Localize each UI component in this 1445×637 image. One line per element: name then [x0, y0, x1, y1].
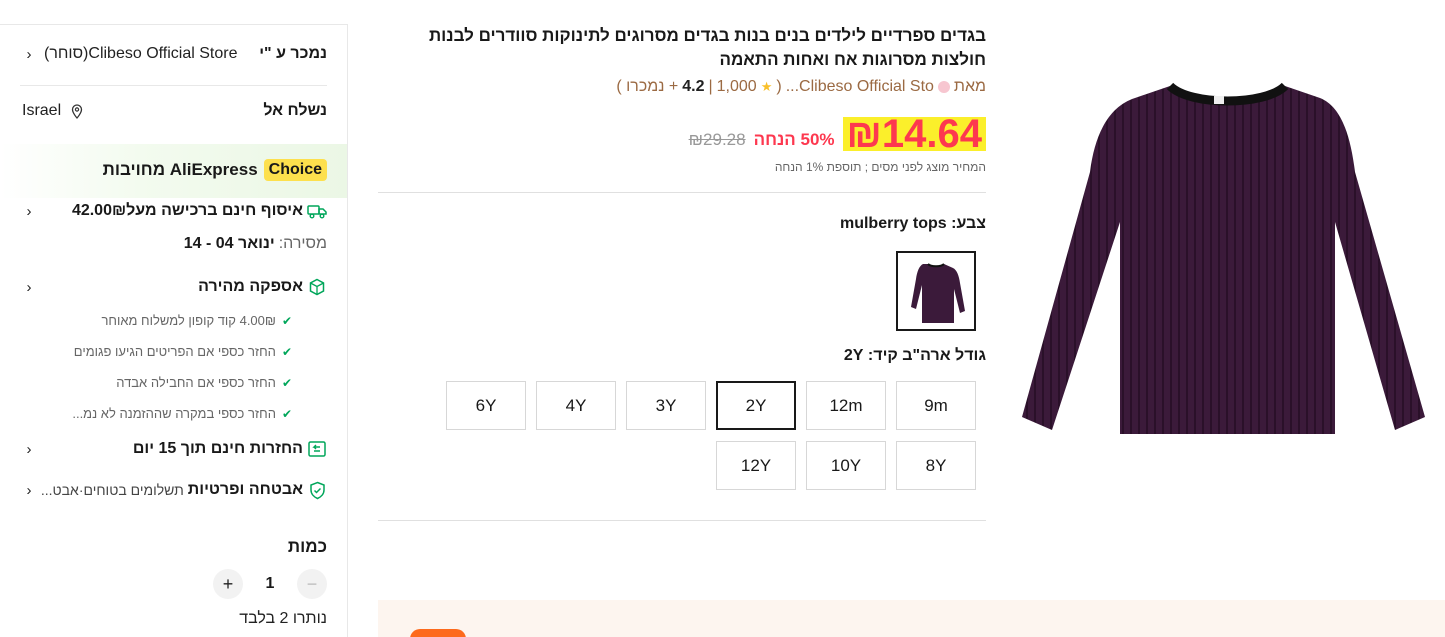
location-pin-icon	[67, 101, 87, 121]
check-icon: ✔	[281, 313, 292, 328]
chevron-left-icon: ‹	[26, 45, 32, 63]
chevron-left-icon: ‹	[26, 202, 32, 220]
divider	[20, 85, 327, 86]
shield-icon	[307, 480, 327, 500]
chevron-left-icon: ‹	[26, 481, 32, 499]
original-price: ₪29.28	[688, 130, 746, 149]
free-pickup-text: איסוף חינם ברכישה מעל42.00₪	[71, 202, 303, 219]
guarantee-item: ✔ 4.00₪ קוד קופון למשלוח מאוחר	[12, 305, 292, 336]
color-label: צבע: mulberry tops	[839, 215, 986, 232]
quantity-value: 1	[265, 575, 275, 592]
sold-count: + נמכרו )	[616, 78, 679, 95]
seller-row[interactable]: נמכר ע "י Clibeso Official Store(סוחר) ‹	[22, 45, 328, 63]
choice-banner: Choice AliExpress מחויבות	[0, 144, 347, 198]
review-count[interactable]: 1,000	[717, 78, 757, 96]
quantity-title: כמות	[287, 537, 327, 556]
seller-store-name[interactable]: Clibeso Official Store(סוחר)	[44, 45, 238, 63]
size-options: 9m 12m 2Y 3Y 4Y 6Y 8Y 10Y 12Y	[446, 381, 976, 490]
guarantee-text: החזר כספי אם הפריטים הגיעו פגומים	[73, 344, 276, 359]
bottom-promo-banner	[378, 600, 1445, 637]
purchase-sidebar: נמכר ע "י Clibeso Official Store(סוחר) ‹…	[0, 24, 348, 637]
guarantee-text: 4.00₪ קוד קופון למשלוח מאוחר	[101, 313, 276, 328]
truck-icon	[307, 201, 327, 221]
free-returns-row[interactable]: החזרות חינם תוך 15 יום ‹	[22, 439, 327, 459]
size-option-6y[interactable]: 6Y	[446, 381, 526, 430]
free-pickup-row[interactable]: איסוף חינם ברכישה מעל42.00₪ ‹	[22, 201, 327, 221]
ship-to-row[interactable]: נשלח אל Israel	[22, 101, 327, 121]
guarantee-text: החזר כספי במקרה שההזמנה לא נמ...	[72, 406, 276, 421]
divider	[378, 520, 986, 521]
guarantee-text: החזר כספי אם החבילה אבדה	[116, 375, 276, 390]
size-option-9m[interactable]: 9m	[896, 381, 976, 430]
store-logo-icon	[937, 81, 950, 93]
choice-badge: Choice	[263, 159, 327, 181]
store-prefix: מאת	[953, 78, 986, 95]
ship-to-label: נשלח אל	[263, 102, 327, 119]
fast-delivery-row[interactable]: אספקה מהירה ‹	[22, 277, 327, 297]
size-option-12y[interactable]: 12Y	[716, 441, 796, 490]
paren-open: (	[776, 78, 782, 95]
size-option-12m[interactable]: 12m	[806, 381, 886, 430]
free-returns-text: החזרות חינם תוך 15 יום	[132, 440, 303, 457]
size-option-2y[interactable]: 2Y	[716, 381, 796, 430]
divider	[378, 192, 986, 193]
security-privacy-row[interactable]: אבטחה ופרטיות תשלומים בטוחים·אבט... ‹	[22, 480, 327, 500]
promo-pill	[410, 629, 466, 637]
size-option-10y[interactable]: 10Y	[806, 441, 886, 490]
stock-remaining: נותרו 2 בלבד	[239, 610, 327, 627]
discount-badge: 50% הנחה	[753, 130, 835, 149]
product-info: בגדים ספרדיים לילדים בנים בנות בגדים מסר…	[378, 24, 986, 521]
fast-delivery-text: אספקה מהירה	[198, 278, 303, 295]
chevron-left-icon: ‹	[26, 278, 32, 296]
current-price: ₪14.64	[842, 110, 986, 158]
sweater-image	[1010, 72, 1440, 462]
sweater-thumbnail	[901, 256, 971, 326]
color-option-mulberry-tops[interactable]	[896, 251, 976, 331]
size-option-4y[interactable]: 4Y	[536, 381, 616, 430]
size-option-3y[interactable]: 3Y	[626, 381, 706, 430]
decrease-quantity-button[interactable]: −	[297, 569, 327, 599]
check-icon: ✔	[281, 406, 292, 421]
store-rating-line: מאת Clibeso Official Sto... ( ★ 1,000 | …	[378, 78, 986, 96]
chevron-left-icon: ‹	[26, 440, 32, 458]
delivery-label: מסירה:	[278, 235, 327, 252]
star-icon: ★	[760, 79, 773, 94]
delivery-date-row: מסירה: ינואר 04 - 14	[22, 235, 327, 253]
security-subtitle: תשלומים בטוחים·אבט...	[40, 482, 184, 498]
quantity-stepper: − 1 +	[213, 569, 327, 599]
ship-to-country[interactable]: Israel	[22, 101, 87, 121]
product-title: בגדים ספרדיים לילדים בנים בנות בגדים מסר…	[428, 26, 986, 69]
security-title: אבטחה ופרטיות	[187, 481, 303, 498]
size-option-8y[interactable]: 8Y	[896, 441, 976, 490]
seller-label: נמכר ע "י	[259, 45, 327, 62]
separator: |	[708, 78, 713, 95]
guarantee-item: ✔ החזר כספי במקרה שההזמנה לא נמ...	[12, 398, 292, 429]
choice-commitment-text: AliExpress מחויבות	[102, 160, 258, 179]
size-label: גודל ארה"ב קיד: 2Y	[843, 347, 986, 364]
country-name: Israel	[22, 102, 62, 119]
increase-quantity-button[interactable]: +	[213, 569, 243, 599]
delivery-date: ינואר 04 - 14	[183, 235, 275, 252]
return-icon	[307, 439, 327, 459]
check-icon: ✔	[281, 344, 292, 359]
check-icon: ✔	[281, 375, 292, 390]
guarantee-item: ✔ החזר כספי אם החבילה אבדה	[12, 367, 292, 398]
store-link[interactable]: Clibeso Official Sto...	[786, 78, 934, 96]
tax-note: המחיר מוצג לפני מסים ; תוספת 1% הנחה	[774, 160, 986, 174]
price-row: ₪14.64 50% הנחה ₪29.28	[378, 110, 986, 158]
guarantee-item: ✔ החזר כספי אם הפריטים הגיעו פגומים	[12, 336, 292, 367]
rating-value: 4.2	[682, 78, 705, 95]
guarantee-list: ✔ 4.00₪ קוד קופון למשלוח מאוחר ✔ החזר כספי…	[12, 305, 292, 429]
product-main-image[interactable]	[1010, 72, 1440, 462]
box-icon	[307, 277, 327, 297]
